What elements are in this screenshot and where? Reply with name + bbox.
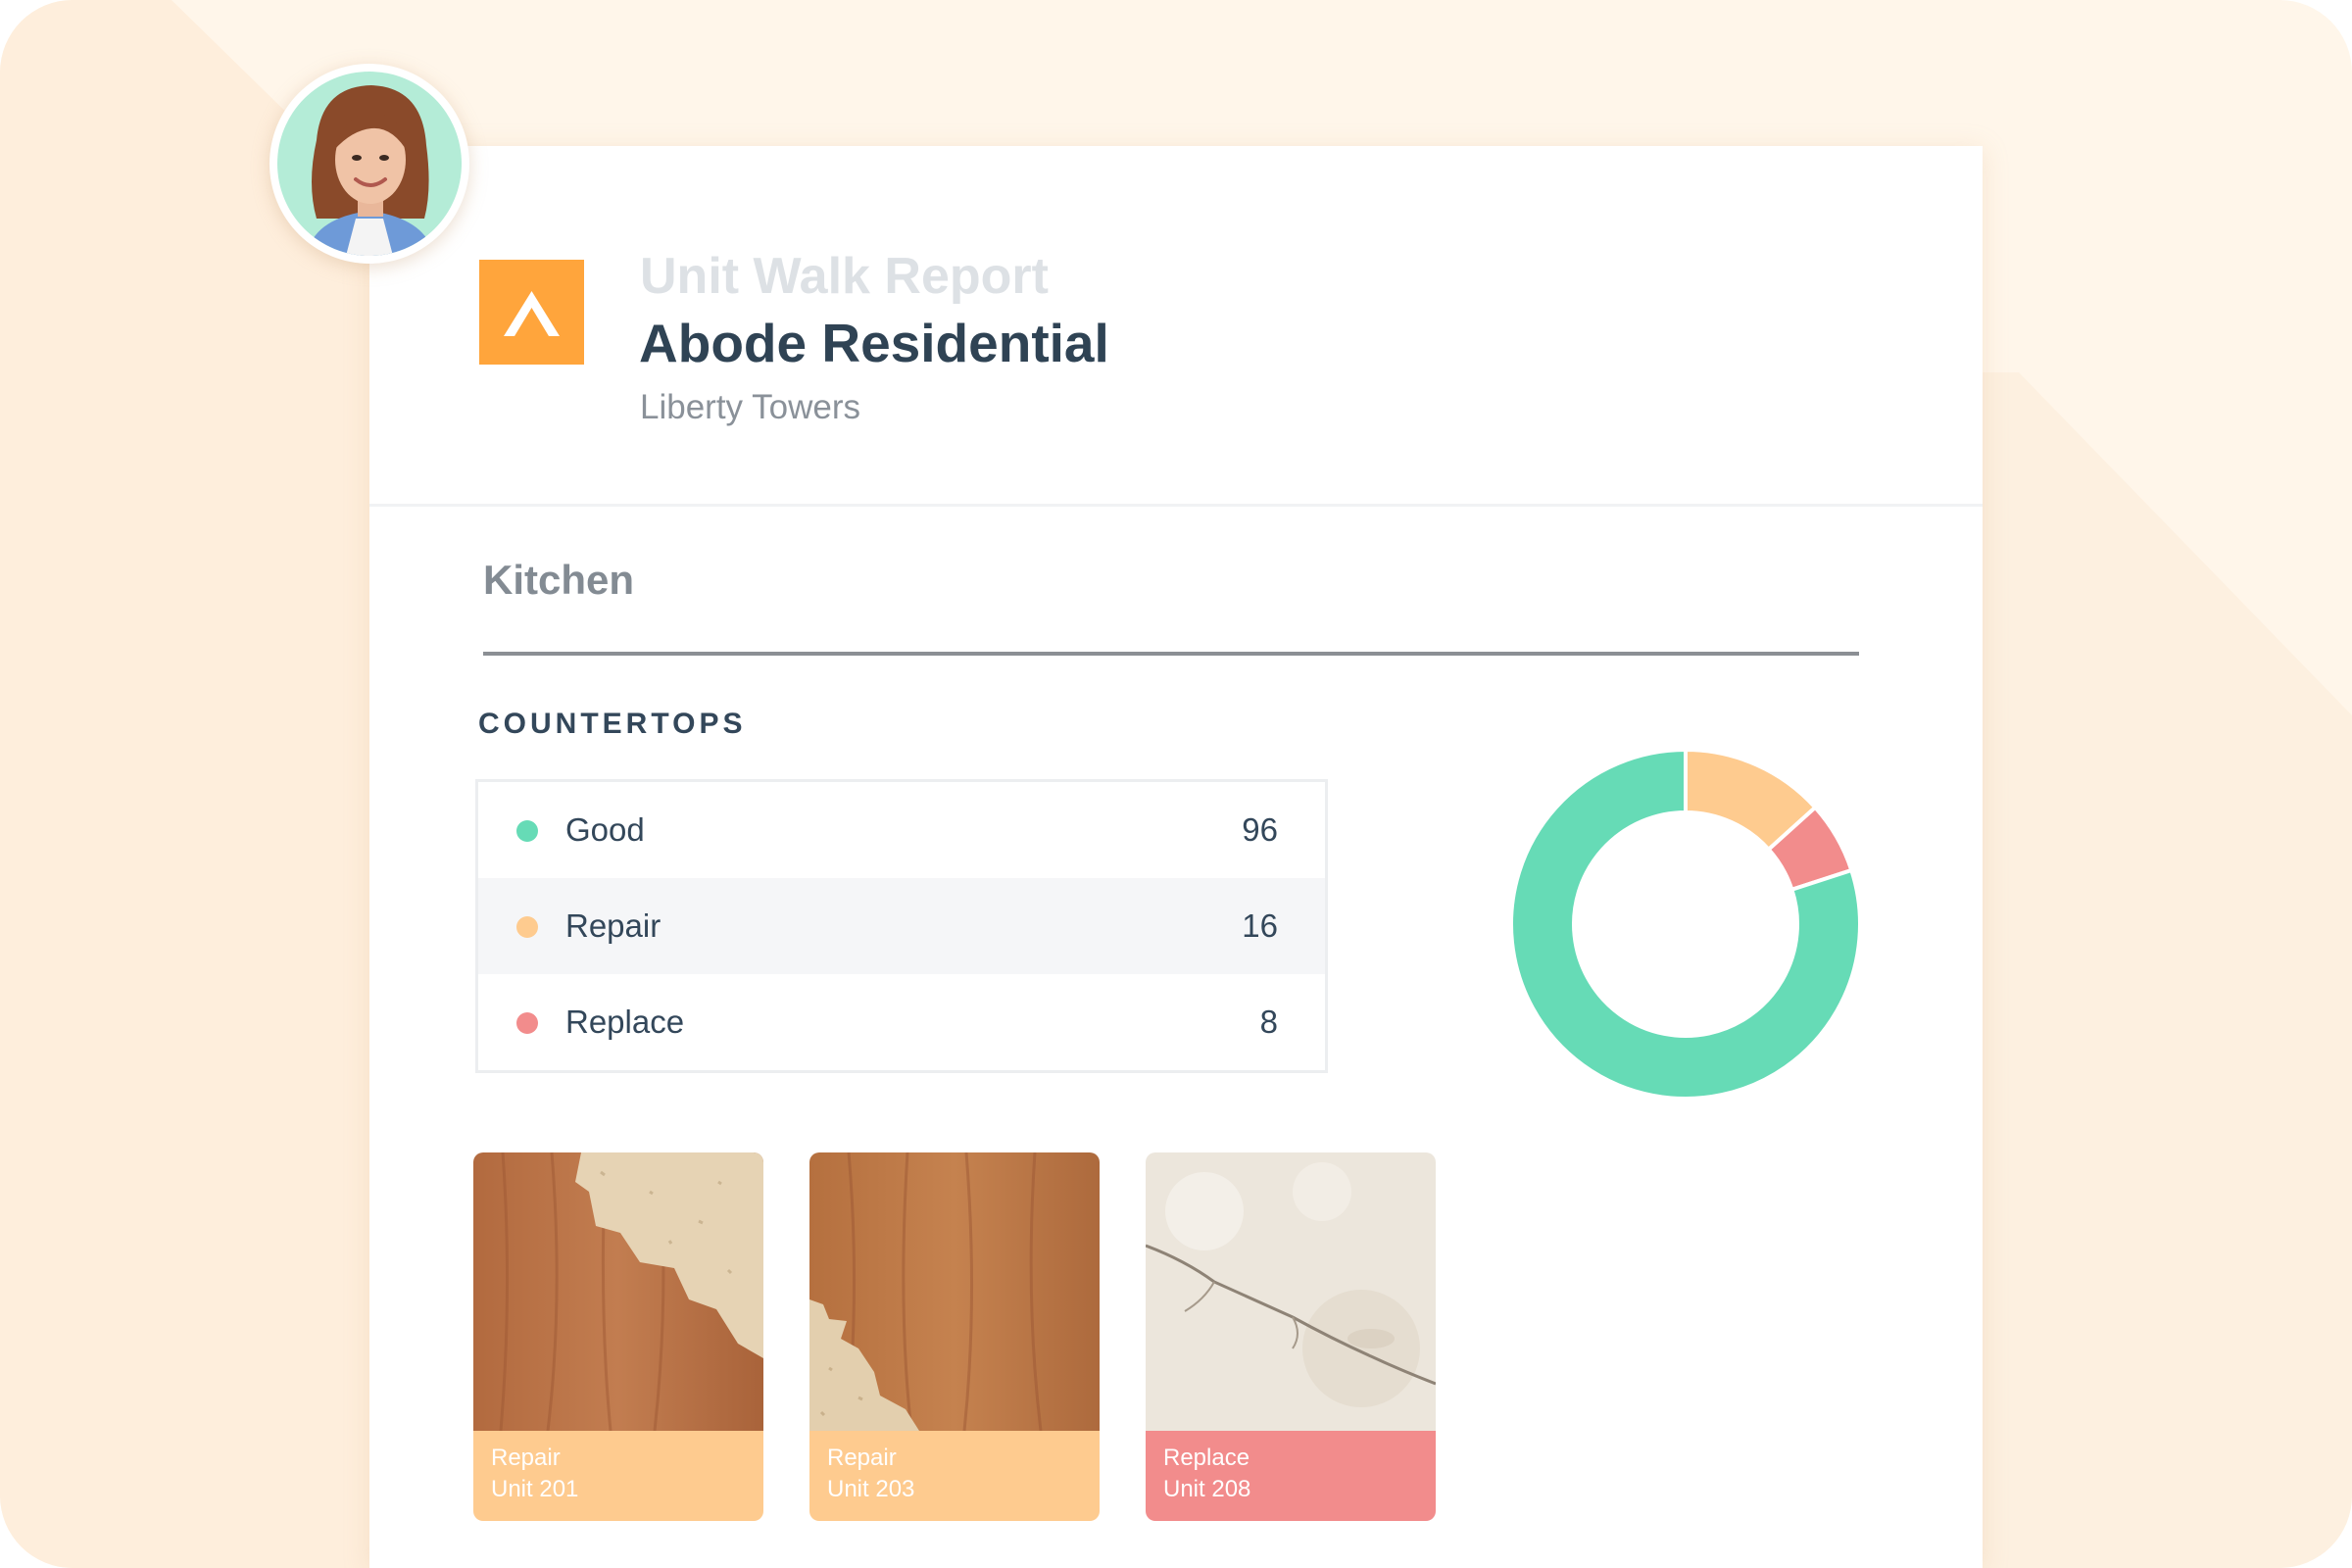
repair-status-dot xyxy=(516,916,538,938)
status-count: 8 xyxy=(1259,1004,1278,1040)
status-label: Replace xyxy=(565,1004,685,1040)
photo-card-unit-208[interactable]: Replace Unit 208 xyxy=(1146,1152,1436,1521)
photo-unit: Unit 201 xyxy=(491,1476,579,1502)
section-divider xyxy=(483,652,1859,656)
status-table: Good 96 Repair 16 Replace 8 xyxy=(475,779,1328,1073)
photo-caption: Replace Unit 208 xyxy=(1146,1431,1436,1521)
photo-unit: Unit 208 xyxy=(1163,1476,1251,1502)
chipped-countertop-photo xyxy=(473,1152,763,1431)
chipped-countertop-photo xyxy=(809,1152,1100,1431)
photo-card-unit-203[interactable]: Repair Unit 203 xyxy=(809,1152,1100,1521)
status-label: Repair xyxy=(565,907,662,944)
photo-status: Repair xyxy=(827,1445,897,1471)
good-status-dot xyxy=(516,820,538,842)
photo-unit: Unit 203 xyxy=(827,1476,915,1502)
photo-card-unit-201[interactable]: Repair Unit 201 xyxy=(473,1152,763,1521)
chevron-up-logo-icon xyxy=(479,260,584,365)
status-donut-chart xyxy=(1509,748,1862,1101)
status-row-good[interactable]: Good 96 xyxy=(478,782,1325,878)
status-row-repair[interactable]: Repair 16 xyxy=(478,878,1325,974)
report-type-title: Unit Walk Report xyxy=(640,248,1049,305)
photo-caption: Repair Unit 203 xyxy=(809,1431,1100,1521)
status-row-replace[interactable]: Replace 8 xyxy=(478,974,1325,1070)
photo-status: Repair xyxy=(491,1445,561,1471)
photo-caption: Repair Unit 201 xyxy=(473,1431,763,1521)
company-name: Abode Residential xyxy=(639,313,1109,373)
photo-status: Replace xyxy=(1163,1445,1250,1471)
property-name: Liberty Towers xyxy=(640,388,861,426)
replace-status-dot xyxy=(516,1012,538,1034)
section-title: Kitchen xyxy=(483,557,635,603)
status-count: 16 xyxy=(1242,907,1278,944)
header-divider xyxy=(369,504,1983,507)
cracked-stone-photo xyxy=(1146,1152,1436,1431)
avatar[interactable] xyxy=(270,64,469,264)
category-title: COUNTERTOPS xyxy=(478,708,747,740)
status-count: 96 xyxy=(1242,811,1278,848)
user-avatar-icon xyxy=(277,72,462,256)
status-label: Good xyxy=(565,811,645,848)
